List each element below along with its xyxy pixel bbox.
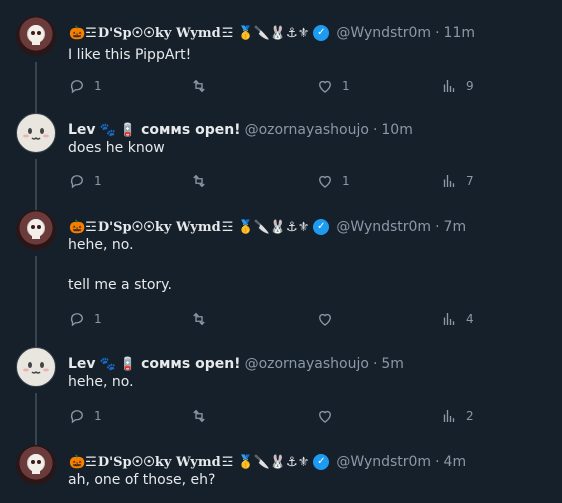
reply-button[interactable]: 1	[68, 406, 102, 426]
views-button[interactable]: 9	[440, 76, 474, 96]
timestamp[interactable]: 7m	[444, 219, 467, 235]
name-emoji-suffix: ☲ 🥇🔪🐰⚓⚜	[221, 454, 310, 470]
tweet-actions: 1 1 7	[68, 171, 488, 191]
like-button[interactable]	[316, 406, 342, 426]
like-button[interactable]: 1	[316, 171, 350, 191]
name-emoji-prefix: 🎃☲	[69, 219, 97, 235]
tweet-actions: 1 1 9	[68, 76, 488, 96]
tweet-actions: 1 4	[68, 309, 488, 329]
like-count: 1	[342, 174, 350, 188]
name-emoji-suffix: ☲ 🥇🔪🐰⚓⚜	[221, 25, 310, 41]
display-name[interactable]: D'Sp☉☉ky Wymd	[98, 455, 221, 470]
heart-icon	[319, 313, 331, 326]
display-name-suffix: ᴄᴏᴍᴍѕ open!	[141, 122, 241, 138]
user-handle[interactable]: @Wyndstr0m	[336, 454, 431, 470]
reply-button[interactable]: 1	[68, 309, 102, 329]
display-name-suffix: ᴄᴏᴍᴍѕ open!	[141, 356, 241, 372]
reply-count: 1	[94, 79, 102, 93]
views-icon	[443, 410, 455, 422]
tweet-actions: 1 2	[68, 406, 488, 426]
tweet-text: does he know	[68, 140, 165, 156]
reply-button[interactable]: 1	[68, 76, 102, 96]
reply-count: 1	[94, 174, 102, 188]
views-button[interactable]: 7	[440, 171, 474, 191]
verified-badge-icon: ✓	[313, 219, 330, 235]
timestamp[interactable]: 10m	[381, 122, 412, 138]
tweet-header: 🎃☲ D'Sp☉☉ky Wymd ☲ 🥇🔪🐰⚓⚜ ✓ @Wyndstr0m · …	[68, 217, 466, 237]
verified-badge-icon: ✓	[313, 454, 330, 470]
timestamp[interactable]: 11m	[444, 25, 475, 41]
name-emoji-prefix: 🎃☲	[69, 454, 97, 470]
tweet-header: Lev 🐾 🪫 ᴄᴏᴍᴍѕ open! @ozornayashoujo · 10…	[68, 120, 413, 140]
display-name[interactable]: Lev	[68, 356, 96, 372]
heart-icon	[319, 175, 331, 188]
views-button[interactable]: 2	[440, 406, 474, 426]
avatar[interactable]	[16, 445, 56, 485]
separator: ·	[372, 356, 378, 372]
tweet-header: 🎃☲ D'Sp☉☉ky Wymd ☲ 🥇🔪🐰⚓⚜ ✓ @Wyndstr0m · …	[68, 452, 466, 472]
user-handle[interactable]: @ozornayashoujo	[245, 122, 369, 138]
thread-line	[35, 159, 37, 212]
like-button[interactable]: 1	[316, 76, 350, 96]
avatar[interactable]	[16, 210, 56, 250]
user-handle[interactable]: @ozornayashoujo	[245, 356, 369, 372]
tweet-text: hehe, no.	[68, 374, 134, 390]
verified-badge-icon: ✓	[313, 25, 330, 41]
separator: ·	[435, 25, 440, 41]
heart-icon	[319, 80, 331, 93]
views-icon	[443, 313, 455, 325]
avatar[interactable]	[16, 113, 56, 153]
thread-line	[35, 62, 37, 118]
timestamp[interactable]: 4m	[444, 454, 467, 470]
retweet-icon	[193, 174, 205, 188]
display-name[interactable]: D'Sp☉☉ky Wymd	[98, 26, 221, 41]
view-count: 9	[466, 79, 474, 93]
separator: ·	[372, 122, 378, 138]
reply-icon	[70, 410, 83, 424]
avatar[interactable]	[16, 16, 56, 56]
views-button[interactable]: 4	[440, 309, 474, 329]
separator: ·	[435, 219, 440, 235]
name-emoji-suffix: 🐾 🪫	[99, 122, 137, 138]
name-emoji-suffix: 🐾 🪫	[99, 356, 137, 372]
retweet-button[interactable]	[190, 76, 216, 96]
separator: ·	[435, 454, 440, 470]
reply-count: 1	[94, 312, 102, 326]
thread-line	[35, 393, 37, 445]
display-name[interactable]: Lev	[68, 122, 96, 138]
timestamp[interactable]: 5m	[381, 356, 404, 372]
retweet-button[interactable]	[190, 171, 216, 191]
views-icon	[443, 80, 455, 92]
reply-icon	[70, 80, 83, 94]
tweet-text: ah, one of those, eh?	[68, 472, 216, 488]
reply-button[interactable]: 1	[68, 171, 102, 191]
user-handle[interactable]: @Wyndstr0m	[336, 25, 431, 41]
views-icon	[443, 175, 455, 187]
retweet-button[interactable]	[190, 406, 216, 426]
name-emoji-prefix: 🎃☲	[69, 25, 97, 41]
tweet-header: 🎃☲ D'Sp☉☉ky Wymd ☲ 🥇🔪🐰⚓⚜ ✓ @Wyndstr0m · …	[68, 23, 475, 43]
reply-count: 1	[94, 409, 102, 423]
retweet-icon	[193, 312, 205, 326]
user-handle[interactable]: @Wyndstr0m	[336, 219, 431, 235]
view-count: 7	[466, 174, 474, 188]
like-count: 1	[342, 79, 350, 93]
avatar[interactable]	[16, 347, 56, 387]
retweet-button[interactable]	[190, 309, 216, 329]
retweet-icon	[193, 79, 205, 93]
like-button[interactable]	[316, 309, 342, 329]
conversation-thread: 🎃☲ D'Sp☉☉ky Wymd ☲ 🥇🔪🐰⚓⚜ ✓ @Wyndstr0m · …	[0, 0, 562, 503]
retweet-icon	[193, 409, 205, 423]
name-emoji-suffix: ☲ 🥇🔪🐰⚓⚜	[221, 219, 310, 235]
tweet-text: I like this PippArt!	[68, 47, 192, 63]
thread-line	[35, 256, 37, 349]
display-name[interactable]: D'Sp☉☉ky Wymd	[98, 220, 221, 235]
view-count: 2	[466, 409, 474, 423]
tweet-header: Lev 🐾 🪫 ᴄᴏᴍᴍѕ open! @ozornayashoujo · 5m	[68, 354, 404, 374]
reply-icon	[70, 313, 83, 327]
heart-icon	[319, 410, 331, 423]
reply-icon	[70, 175, 83, 189]
tweet-text: hehe, no. tell me a story.	[68, 237, 172, 293]
view-count: 4	[466, 312, 474, 326]
